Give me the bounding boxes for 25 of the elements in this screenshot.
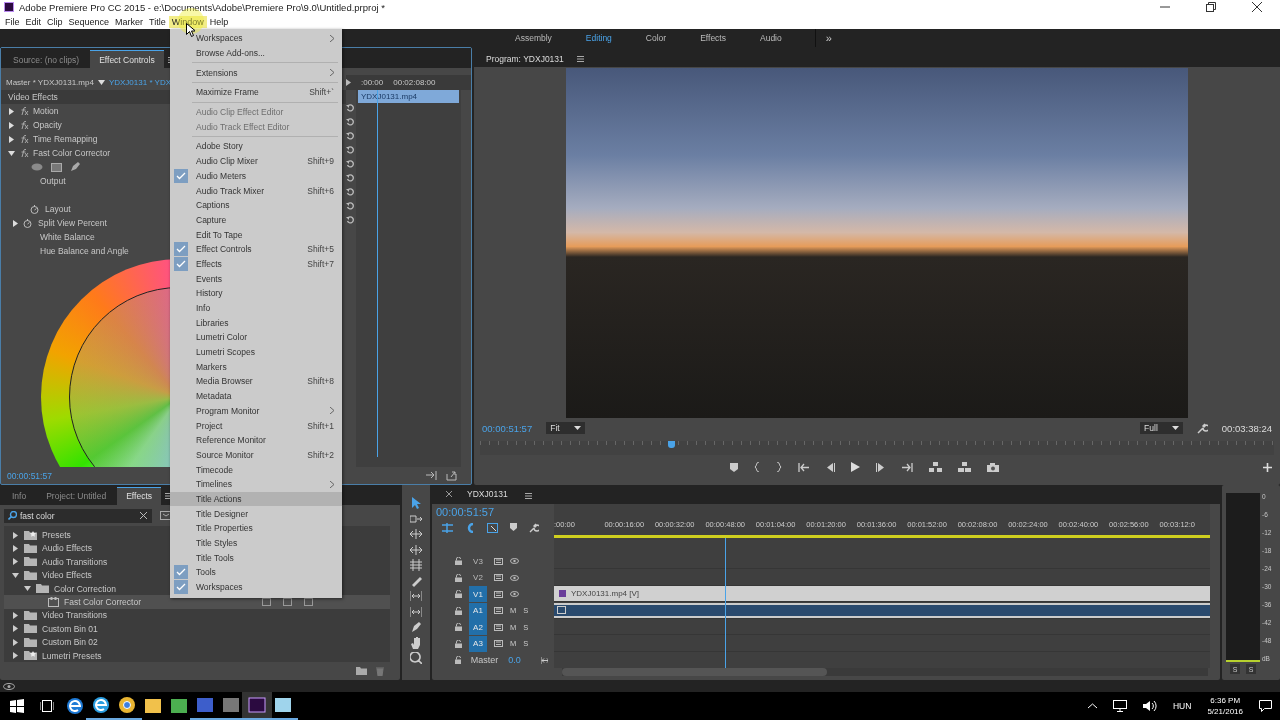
effect-name: Fast Color Corrector — [33, 148, 110, 158]
property-name: Layout — [44, 204, 71, 214]
property-name: Hue Balance and Angle — [39, 246, 129, 256]
ruler-label: :00:00 — [361, 78, 384, 87]
duration-label: 00:03:38:24 — [1221, 422, 1272, 434]
master-track-label: Master — [470, 655, 499, 666]
effect-name: Motion — [33, 106, 59, 116]
master-clip-label: Master * YDXJ0131.mp4 — [6, 78, 94, 87]
ruler-label: 00:02:08:00 — [393, 78, 436, 87]
window-title: Adobe Premiere Pro CC 2015 - e:\Documents\Adobe\Premiere Pro\9.0\Untitled.prproj * — [19, 1, 385, 13]
effect-name: Opacity — [33, 120, 62, 130]
shortcut-label: Shift+6 — [307, 185, 334, 196]
section-heading: Video Effects — [8, 92, 58, 102]
shortcut-label: Shift+7 — [307, 258, 334, 269]
shortcut-label: Shift+` — [309, 87, 334, 98]
clip-name: YDXJ0131.mp4 [V] — [571, 589, 640, 599]
shortcut-label: Shift+1 — [307, 420, 334, 431]
property-name: Split View Percent — [37, 218, 107, 228]
shortcut-label: Shift+8 — [307, 376, 334, 387]
shortcut-label: Shift+5 — [307, 244, 334, 255]
property-name: White Balance — [39, 232, 95, 242]
effect-name: Time Remapping — [33, 134, 98, 144]
shortcut-label: Shift+2 — [307, 449, 334, 460]
property-name: Output — [39, 176, 66, 186]
shortcut-label: Shift+9 — [307, 156, 334, 167]
